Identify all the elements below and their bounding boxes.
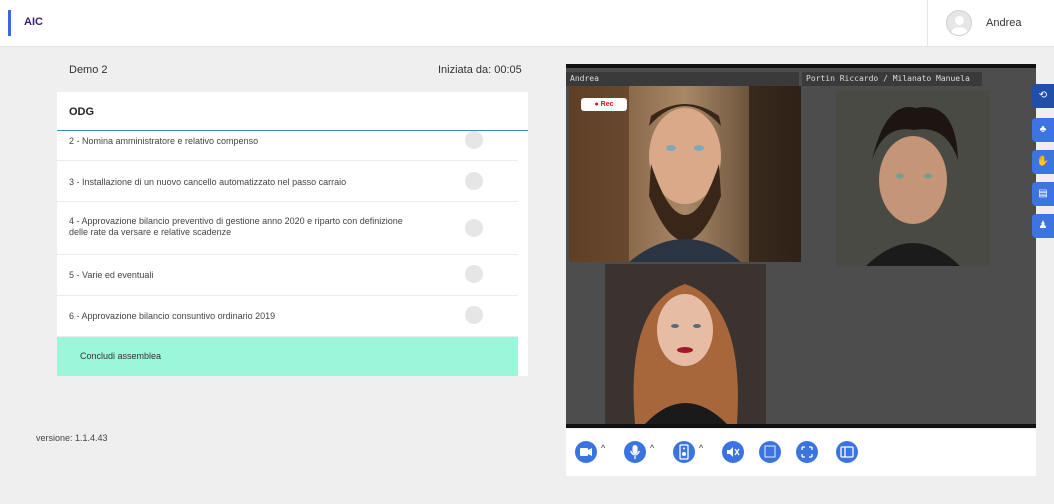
screen-share-icon[interactable] <box>759 441 781 463</box>
agenda-item-label: 4 - Approvazione bilancio preventivo di … <box>69 216 403 237</box>
participant-video <box>605 264 766 424</box>
group-icon[interactable]: ♣ <box>1032 118 1054 142</box>
agenda-item[interactable]: 4 - Approvazione bilancio preventivo di … <box>57 202 518 255</box>
agenda-vote-indicator[interactable] <box>465 219 483 237</box>
brand-logo[interactable]: AIC <box>24 16 43 28</box>
agenda-title: ODG <box>69 106 95 118</box>
agenda-item[interactable]: 5 - Varie ed eventuali <box>57 255 518 296</box>
meeting-title: Demo 2 <box>69 64 108 76</box>
mute-audio-icon[interactable] <box>722 441 744 463</box>
version-label: versione: 1.1.4.43 <box>36 433 108 443</box>
fullscreen-icon[interactable] <box>796 441 818 463</box>
brand-accent-bar <box>8 10 11 36</box>
agenda-item-label: 5 - Varie ed eventuali <box>69 270 154 280</box>
camera-icon[interactable] <box>575 441 597 463</box>
user-name[interactable]: Andrea <box>986 17 1021 29</box>
speaker-icon[interactable] <box>673 441 695 463</box>
secondary-participant-label: Portin Riccardo / Milanato Manuela <box>802 72 982 86</box>
agenda-item[interactable]: 3 - Installazione di un nuovo cancello a… <box>57 161 518 202</box>
agenda-vote-indicator[interactable] <box>465 306 483 324</box>
agenda-item-label: 2 - Nomina amministratore e relativo com… <box>69 136 259 146</box>
participant-video <box>569 86 801 262</box>
video-area: Andrea Portin Riccardo / Milanato Manuel… <box>566 64 1036 428</box>
chat-icon[interactable]: ▤ <box>1032 182 1054 206</box>
header-divider <box>927 0 928 46</box>
agenda-vote-indicator[interactable] <box>465 265 483 283</box>
layout-icon[interactable] <box>836 441 858 463</box>
conclude-meeting-label: Concludi assemblea <box>80 351 162 361</box>
recording-badge: ● Rec <box>581 98 627 111</box>
agenda-panel: ODG 2 - Nomina amministratore e relativo… <box>57 92 528 376</box>
agenda-item[interactable]: 6 - Approvazione bilancio consuntivo ord… <box>57 296 518 337</box>
avatar[interactable] <box>946 10 972 36</box>
camera-options-chevron-icon[interactable]: ^ <box>601 443 605 453</box>
agenda-vote-indicator[interactable] <box>465 131 483 149</box>
agenda-vote-indicator[interactable] <box>465 172 483 190</box>
agenda-list: 2 - Nomina amministratore e relativo com… <box>57 131 518 337</box>
speaker-options-chevron-icon[interactable]: ^ <box>699 443 703 453</box>
agenda-item-label: 6 - Approvazione bilancio consuntivo ord… <box>69 311 276 321</box>
agenda-item[interactable]: 2 - Nomina amministratore e relativo com… <box>57 131 518 161</box>
call-controls: ^ ^ ^ <box>566 429 1036 476</box>
participants-icon[interactable]: ♟ <box>1032 214 1054 238</box>
participant-video <box>836 90 990 266</box>
started-time: Iniziata da: 00:05 <box>438 64 522 76</box>
microphone-icon[interactable] <box>624 441 646 463</box>
main-participant-label: Andrea <box>566 72 799 86</box>
conclude-meeting-button[interactable]: Concludi assemblea <box>57 337 518 376</box>
microphone-options-chevron-icon[interactable]: ^ <box>650 443 654 453</box>
top-bar: AIC Andrea <box>0 0 1054 47</box>
agenda-header: ODG <box>57 92 528 131</box>
video-tile-participant-3[interactable] <box>605 264 766 424</box>
video-tile-participant-2[interactable] <box>836 90 990 266</box>
video-tile-andrea[interactable]: ● Rec <box>569 86 801 262</box>
agenda-item-label: 3 - Installazione di un nuovo cancello a… <box>69 177 347 187</box>
history-icon[interactable]: ⟲ <box>1032 84 1054 108</box>
hand-raise-icon[interactable]: ✋ <box>1032 150 1054 174</box>
